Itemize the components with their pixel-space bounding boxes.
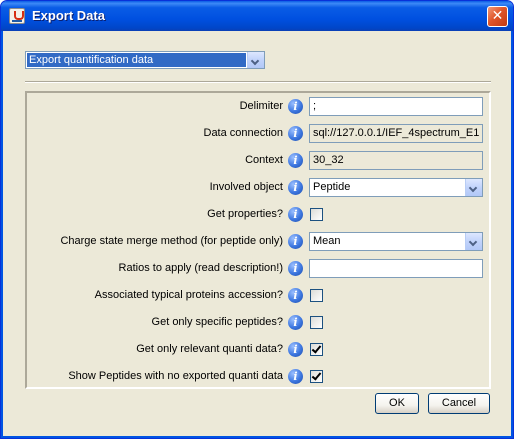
- charge-state-merge-select[interactable]: Mean: [309, 232, 483, 251]
- info-icon[interactable]: i: [288, 180, 303, 195]
- info-icon[interactable]: i: [288, 315, 303, 330]
- chevron-down-icon[interactable]: [465, 179, 482, 196]
- row-data-connection: Data connection i sql://127.0.0.1/IEF_4s…: [27, 121, 489, 148]
- row-ratios: Ratios to apply (read description!) i: [27, 256, 489, 283]
- export-type-selected-value: Export quantification data: [27, 53, 246, 67]
- context-field: 30_32: [309, 151, 483, 170]
- row-involved-object: Involved object i Peptide: [27, 175, 489, 202]
- involved-object-select[interactable]: Peptide: [309, 178, 483, 197]
- divider: [25, 81, 491, 83]
- involved-object-label: Involved object: [209, 181, 283, 193]
- info-icon[interactable]: i: [288, 234, 303, 249]
- associated-proteins-checkbox[interactable]: [310, 289, 323, 302]
- export-type-select[interactable]: Export quantification data: [25, 51, 265, 69]
- specific-peptides-checkbox[interactable]: [310, 316, 323, 329]
- involved-object-value: Peptide: [313, 181, 351, 193]
- info-icon[interactable]: i: [288, 153, 303, 168]
- close-button[interactable]: ✕: [487, 6, 508, 27]
- delimiter-label: Delimiter: [239, 100, 283, 112]
- show-peptides-no-quanti-label: Show Peptides with no exported quanti da…: [68, 370, 283, 382]
- window-title: Export Data: [32, 8, 105, 23]
- get-properties-label: Get properties?: [207, 208, 283, 220]
- specific-peptides-label: Get only specific peptides?: [151, 316, 283, 328]
- title-bar[interactable]: Export Data ✕: [1, 1, 513, 31]
- info-icon[interactable]: i: [288, 261, 303, 276]
- ratios-input[interactable]: [309, 259, 483, 278]
- charge-state-merge-value: Mean: [313, 235, 341, 247]
- row-specific-peptides: Get only specific peptides? i: [27, 310, 489, 337]
- context-label: Context: [245, 154, 283, 166]
- chevron-down-icon[interactable]: [247, 52, 264, 68]
- delimiter-input[interactable]: ;: [309, 97, 483, 116]
- info-icon[interactable]: i: [288, 342, 303, 357]
- row-get-properties: Get properties? i: [27, 202, 489, 229]
- row-delimiter: Delimiter i ;: [27, 94, 489, 121]
- ratios-label: Ratios to apply (read description!): [118, 262, 283, 274]
- info-icon[interactable]: i: [288, 126, 303, 141]
- row-charge-state-merge: Charge state merge method (for peptide o…: [27, 229, 489, 256]
- get-properties-checkbox[interactable]: [310, 208, 323, 221]
- options-panel: Delimiter i ; Data connection i sql://12…: [25, 91, 491, 389]
- info-icon[interactable]: i: [288, 99, 303, 114]
- info-icon[interactable]: i: [288, 207, 303, 222]
- export-data-dialog: Export Data ✕ Export quantification data…: [0, 0, 514, 439]
- relevant-quanti-checkbox[interactable]: [310, 343, 323, 356]
- charge-state-merge-label: Charge state merge method (for peptide o…: [60, 235, 283, 247]
- cancel-button[interactable]: Cancel: [428, 393, 490, 414]
- data-connection-label: Data connection: [203, 127, 284, 139]
- data-connection-field: sql://127.0.0.1/IEF_4spectrum_E1: [309, 124, 483, 143]
- row-show-peptides-no-quanti: Show Peptides with no exported quanti da…: [27, 364, 489, 391]
- row-relevant-quanti: Get only relevant quanti data? i: [27, 337, 489, 364]
- ok-button[interactable]: OK: [375, 393, 419, 414]
- show-peptides-no-quanti-checkbox[interactable]: [310, 370, 323, 383]
- relevant-quanti-label: Get only relevant quanti data?: [136, 343, 283, 355]
- associated-proteins-label: Associated typical proteins accession?: [94, 289, 283, 301]
- row-context: Context i 30_32: [27, 148, 489, 175]
- info-icon[interactable]: i: [288, 369, 303, 384]
- row-associated-proteins: Associated typical proteins accession? i: [27, 283, 489, 310]
- chevron-down-icon[interactable]: [465, 233, 482, 250]
- java-cup-icon: [9, 8, 25, 24]
- info-icon[interactable]: i: [288, 288, 303, 303]
